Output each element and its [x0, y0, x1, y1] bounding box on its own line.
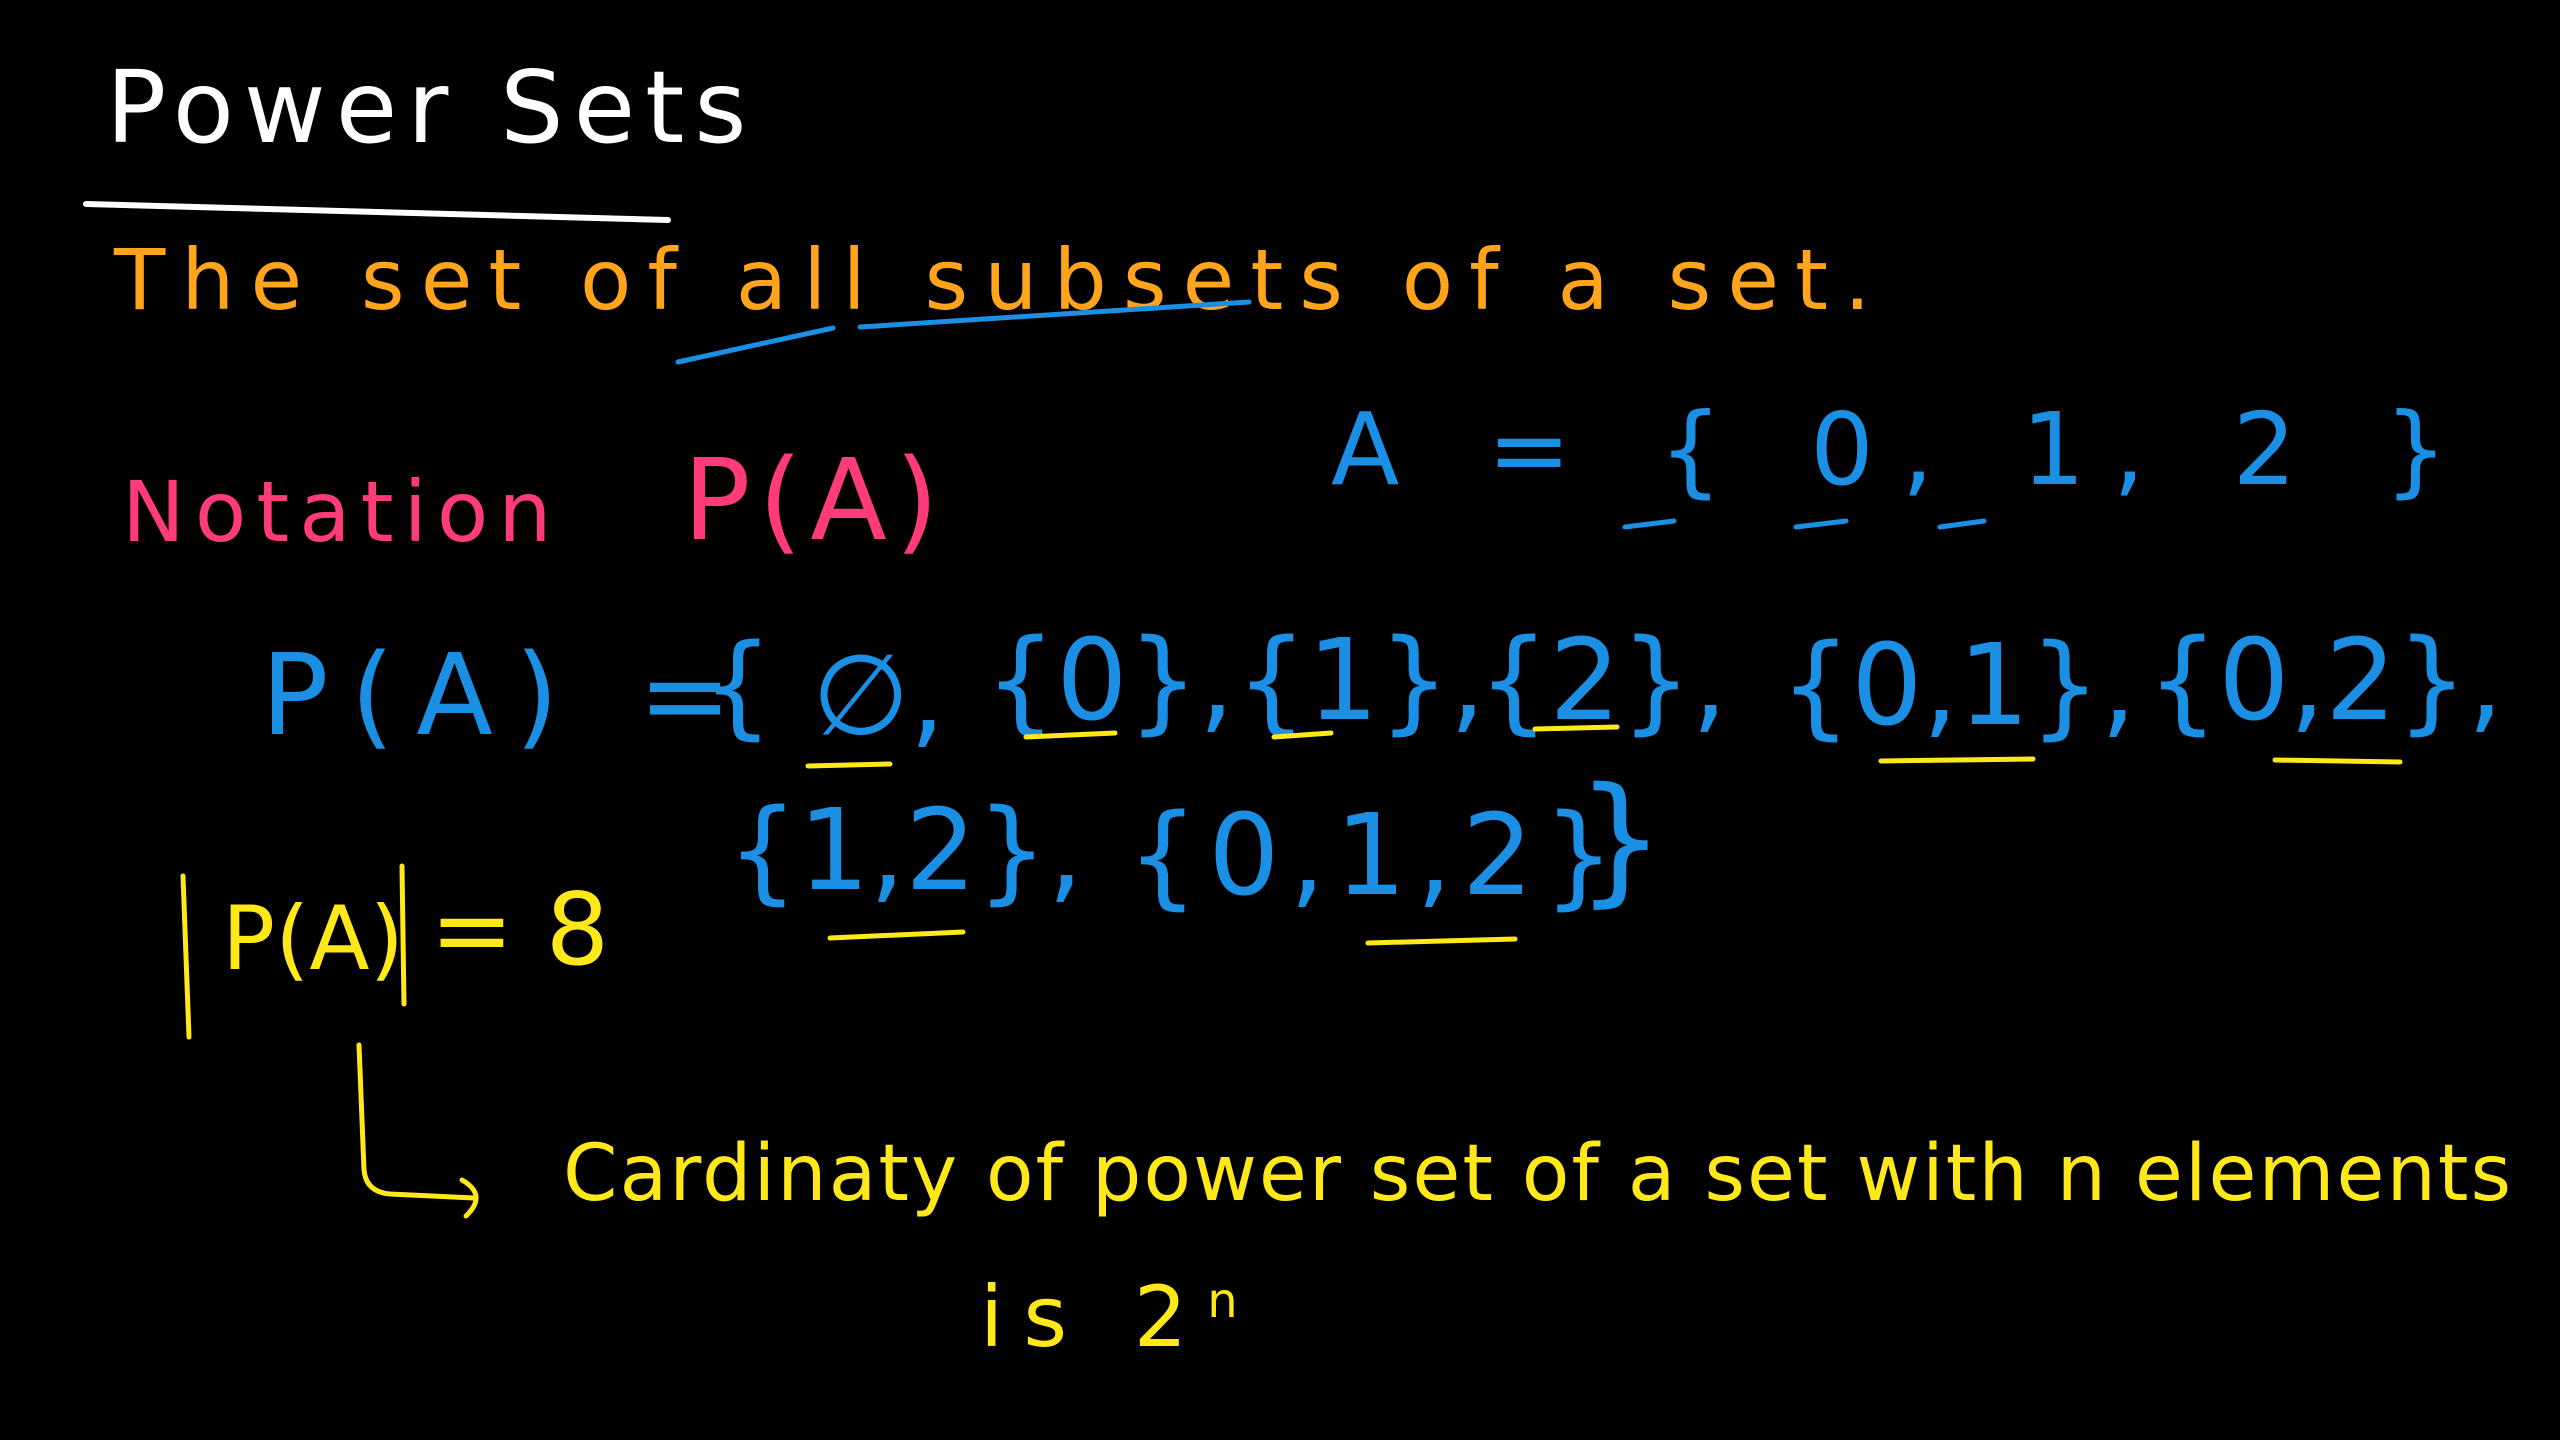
all-underline [675, 325, 836, 365]
abs-bar-right [399, 863, 407, 1007]
element-underline [1622, 518, 1677, 530]
subset-underline [1023, 730, 1118, 740]
ink-strokes [83, 201, 2403, 1219]
subsets-underline [857, 299, 1252, 330]
subset-underline [1878, 756, 2036, 764]
abs-bar-left [180, 873, 192, 1040]
title-underline [83, 201, 671, 223]
subset-underline [1271, 730, 1334, 740]
element-underline [1937, 518, 1987, 530]
subset-underline [827, 929, 966, 941]
subset-underline [2272, 757, 2403, 765]
subset-underline [1532, 724, 1620, 732]
arrow-icon [356, 1042, 479, 1219]
element-underline [1793, 518, 1849, 530]
subset-underline [805, 761, 893, 769]
subset-underline [1365, 936, 1518, 946]
